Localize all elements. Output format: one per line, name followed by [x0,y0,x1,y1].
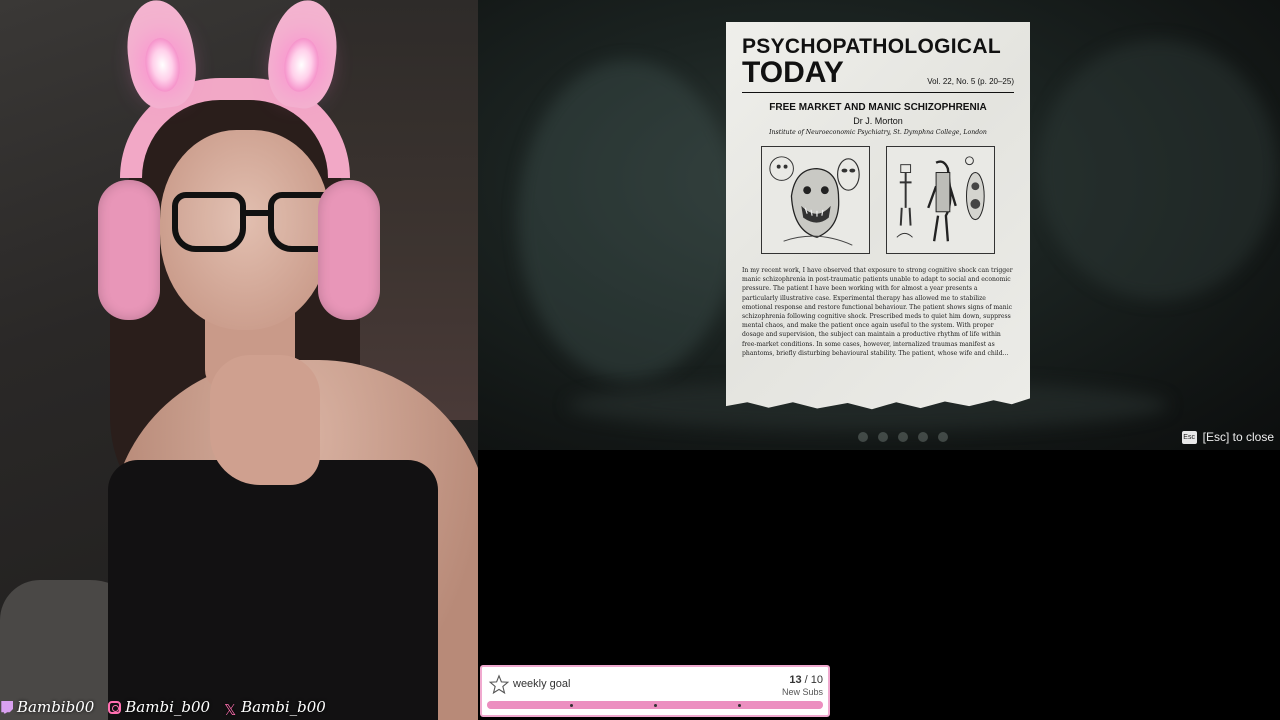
close-hint[interactable]: Esc [Esc] to close [1181,430,1274,444]
webcam-feed: Bambib00 Bambi_b00 𝕏 Bambi_b00 [0,0,478,720]
instagram-handle: Bambi_b00 [125,698,211,716]
blurred-scene-shape [518,60,738,380]
close-hint-label: [Esc] to close [1202,430,1274,444]
headphone-earcup-right [318,180,380,320]
streamer-tank-top [108,460,438,720]
social-instagram: Bambi_b00 [108,698,210,716]
goal-progress-bar [487,701,823,709]
blurred-scene-shape [1038,40,1278,300]
x-handle: Bambi_b00 [241,698,326,716]
twitch-icon [1,700,13,714]
social-x: 𝕏 Bambi_b00 [224,698,326,719]
masthead-rule [742,92,1014,93]
social-handles-bar: Bambib00 Bambi_b00 𝕏 Bambi_b00 [0,694,478,720]
goal-unit: New Subs [781,687,823,697]
article-author: Dr J. Morton [853,116,903,126]
streamer-hand [210,355,320,485]
goal-count: 13 / 10 [789,674,823,686]
goal-target: 10 [810,674,823,686]
goal-milestone-marker [654,704,657,707]
x-icon: 𝕏 [224,700,237,719]
illustration-figures [886,146,995,254]
weekly-goal-widget: weekly goal 13 / 10 New Subs [480,665,830,717]
goal-milestone-marker [570,704,573,707]
star-icon [488,674,510,695]
bunny-ear-left [120,0,202,113]
illustration-monster-head [761,146,870,254]
article-title: FREE MARKET AND MANIC SCHIZOPHRENIA [769,102,987,113]
blurred-dots [858,432,948,442]
social-twitch: Bambib00 [0,698,94,716]
headphone-earcup-left [98,180,160,320]
journal-document: PSYCHOPATHOLOGICAL TODAY Vol. 22, No. 5 … [726,22,1030,410]
goal-milestone-marker [738,704,741,707]
journal-masthead-line2: TODAY [742,56,844,89]
journal-masthead-line1: PSYCHOPATHOLOGICAL [742,35,1001,58]
journal-volume: Vol. 22, No. 5 (p. 20–25) [927,77,1014,86]
article-institution: Institute of Neuroeconomic Psychiatry, S… [769,129,987,136]
article-body: In my recent work, I have observed that … [742,267,1013,357]
twitch-handle: Bambib00 [17,698,95,716]
esc-key-icon: Esc [1181,430,1197,444]
instagram-icon [108,700,122,714]
goal-label: weekly goal [513,678,571,690]
game-capture: PSYCHOPATHOLOGICAL TODAY Vol. 22, No. 5 … [478,0,1280,450]
goal-current: 13 [789,674,802,686]
